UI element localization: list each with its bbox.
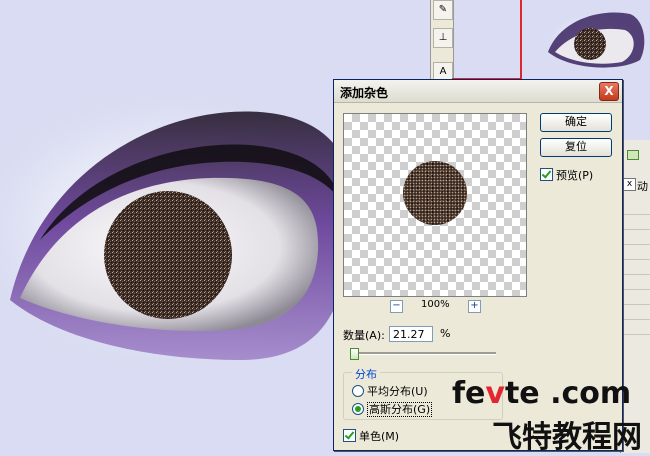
dialog-title: 添加杂色 <box>340 86 389 100</box>
tab-close-icon[interactable]: x <box>623 178 636 191</box>
dialog-titlebar[interactable]: 添加杂色 X <box>334 80 622 103</box>
radio-gaussian-label: 高斯分布(G) <box>367 402 433 417</box>
radio-uniform[interactable] <box>352 385 364 397</box>
preview-checkbox[interactable] <box>540 168 553 181</box>
zoom-out-button[interactable]: − <box>390 300 403 313</box>
reset-button[interactable]: 复位 <box>540 138 612 157</box>
tools-panel: ✎ ⊥ A <box>430 0 454 82</box>
panel-tab-label[interactable]: 动 <box>637 178 648 194</box>
panel-row <box>621 275 650 290</box>
panel-slider-thumb[interactable] <box>627 150 639 160</box>
panel-row <box>621 320 650 335</box>
canvas-border-line <box>520 0 522 80</box>
watermark-logo: fevte .com <box>452 376 632 411</box>
zoom-in-button[interactable]: + <box>468 300 481 313</box>
monochrome-label: 单色(M) <box>359 430 400 443</box>
panel-row <box>621 215 650 230</box>
watermark-site-name: 飞特教程网 <box>492 420 642 455</box>
panel-row <box>621 245 650 260</box>
amount-slider-thumb[interactable] <box>350 348 359 360</box>
zoom-level: 100% <box>421 299 450 310</box>
distribution-label: 分布 <box>352 366 380 382</box>
preview-label: 预览(P) <box>556 169 594 182</box>
preview-noise-circle <box>403 161 467 225</box>
brush-icon[interactable]: ✎ <box>433 0 453 20</box>
monochrome-checkbox-row[interactable]: 单色(M) <box>343 428 399 444</box>
panel-row <box>621 230 650 245</box>
ok-button[interactable]: 确定 <box>540 113 612 132</box>
preview-area[interactable] <box>343 113 527 297</box>
panel-row <box>621 260 650 275</box>
amount-slider-track[interactable] <box>352 352 496 355</box>
amount-unit: % <box>440 327 451 340</box>
radio-gaussian-row[interactable]: 高斯分布(G) <box>352 401 433 417</box>
amount-label: 数量(A): <box>343 329 385 342</box>
preview-checkbox-row[interactable]: 预览(P) <box>540 167 593 183</box>
panel-row <box>621 290 650 305</box>
panel-row <box>621 305 650 320</box>
radio-gaussian[interactable] <box>352 403 364 415</box>
stamp-icon[interactable]: ⊥ <box>433 28 453 48</box>
radio-uniform-label: 平均分布(U) <box>367 385 428 398</box>
close-button[interactable]: X <box>599 82 619 101</box>
monochrome-checkbox[interactable] <box>343 429 356 442</box>
radio-uniform-row[interactable]: 平均分布(U) <box>352 383 428 399</box>
amount-input[interactable]: 21.27 <box>389 326 433 342</box>
panel-row <box>621 200 650 215</box>
